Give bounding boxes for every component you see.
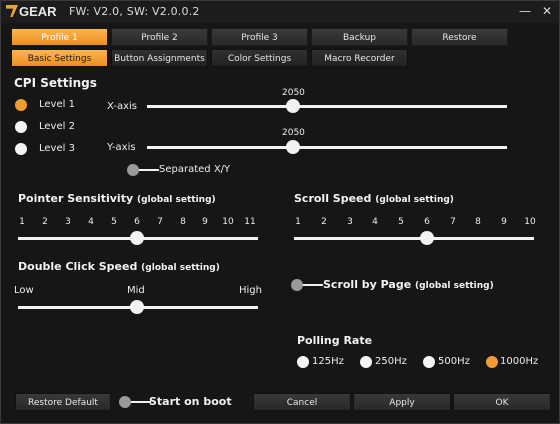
- polling-1000-label: 1000Hz: [500, 356, 539, 367]
- scroll-tick: 8: [475, 217, 481, 227]
- cpi-level-1-label: Level 1: [39, 99, 75, 110]
- x-axis-slider-track[interactable]: [147, 105, 507, 108]
- pointer-tick: 8: [180, 217, 186, 227]
- double-click-high-label: High: [239, 285, 262, 296]
- scroll-speed-title: Scroll Speed (global setting): [294, 192, 454, 205]
- double-click-title: Double Click Speed (global setting): [18, 260, 220, 273]
- double-click-mid-label: Mid: [127, 285, 145, 296]
- window-title: FW: V2.0, SW: V2.0.0.2: [69, 5, 200, 18]
- minimize-icon[interactable]: —: [517, 3, 533, 19]
- scroll-tick: 2: [321, 217, 327, 227]
- double-click-label: Double Click Speed: [18, 260, 138, 273]
- pointer-tick: 6: [134, 217, 140, 227]
- scroll-tick: 6: [424, 217, 430, 227]
- scroll-tick: 5: [398, 217, 404, 227]
- polling-250-label: 250Hz: [375, 356, 407, 367]
- tab-profile-3[interactable]: Profile 3: [211, 28, 308, 46]
- tab-macro-recorder[interactable]: Macro Recorder: [311, 49, 408, 67]
- double-click-handle[interactable]: [130, 300, 144, 314]
- double-click-subtitle: (global setting): [141, 263, 220, 273]
- pointer-tick: 10: [222, 217, 234, 227]
- pointer-sensitivity-title: Pointer Sensitivity (global setting): [18, 192, 216, 205]
- pointer-tick: 4: [88, 217, 94, 227]
- x-axis-slider-handle[interactable]: [286, 99, 300, 113]
- tab-restore[interactable]: Restore: [411, 28, 508, 46]
- scroll-speed-subtitle: (global setting): [375, 195, 454, 205]
- scroll-tick: 4: [372, 217, 378, 227]
- app-window: GEAR FW: V2.0, SW: V2.0.0.2 — ✕ Profile …: [0, 0, 560, 424]
- start-on-boot-label: Start on boot: [149, 395, 232, 408]
- tab-color-settings[interactable]: Color Settings: [211, 49, 308, 67]
- separated-xy-label: Separated X/Y: [159, 164, 231, 175]
- polling-250-radio[interactable]: [360, 356, 372, 368]
- restore-default-button[interactable]: Restore Default: [15, 393, 111, 411]
- cpi-level-3-radio[interactable]: [15, 143, 27, 155]
- pointer-tick: 11: [244, 217, 256, 227]
- polling-500-label: 500Hz: [438, 356, 470, 367]
- polling-rate-title: Polling Rate: [297, 334, 373, 347]
- tab-button-assignments[interactable]: Button Assignments: [111, 49, 208, 67]
- pointer-sensitivity-label: Pointer Sensitivity: [18, 192, 134, 205]
- pointer-tick: 3: [65, 217, 71, 227]
- scroll-by-page-subtitle: (global setting): [415, 281, 494, 291]
- pointer-tick: 1: [19, 217, 25, 227]
- title-bar[interactable]: GEAR FW: V2.0, SW: V2.0.0.2 — ✕: [1, 1, 559, 23]
- scroll-speed-label: Scroll Speed: [294, 192, 372, 205]
- polling-500-radio[interactable]: [423, 356, 435, 368]
- pointer-tick: 2: [42, 217, 48, 227]
- brand-logo: GEAR: [6, 4, 62, 20]
- toggle-knob: [127, 164, 139, 176]
- y-axis-slider-handle[interactable]: [286, 140, 300, 154]
- ok-button[interactable]: OK: [453, 393, 551, 411]
- pointer-sensitivity-handle[interactable]: [130, 231, 144, 245]
- close-icon[interactable]: ✕: [539, 3, 555, 19]
- tab-basic-settings[interactable]: Basic Settings: [11, 49, 108, 67]
- y-axis-value: 2050: [282, 128, 305, 138]
- cpi-settings-title: CPI Settings: [14, 76, 97, 90]
- polling-125-label: 125Hz: [312, 356, 344, 367]
- scroll-tick: 1: [295, 217, 301, 227]
- toggle-knob: [119, 396, 131, 408]
- cpi-level-2-radio[interactable]: [15, 121, 27, 133]
- scroll-by-page-toggle[interactable]: [291, 279, 323, 291]
- y-axis-label: Y-axis: [107, 142, 136, 153]
- start-on-boot-toggle[interactable]: [119, 396, 151, 408]
- double-click-low-label: Low: [14, 285, 34, 296]
- scroll-speed-handle[interactable]: [420, 231, 434, 245]
- cpi-level-2-label: Level 2: [39, 121, 75, 132]
- tab-backup[interactable]: Backup: [311, 28, 408, 46]
- separated-xy-toggle[interactable]: [127, 164, 159, 176]
- scroll-speed-track[interactable]: [294, 237, 534, 240]
- polling-1000-radio[interactable]: [486, 356, 498, 368]
- pointer-sensitivity-subtitle: (global setting): [136, 195, 216, 205]
- polling-125-radio[interactable]: [297, 356, 309, 368]
- logo-text: GEAR: [19, 4, 57, 19]
- cpi-level-3-label: Level 3: [39, 143, 75, 154]
- tab-profile-1[interactable]: Profile 1: [11, 28, 108, 46]
- cancel-button[interactable]: Cancel: [253, 393, 351, 411]
- x-axis-label: X-axis: [107, 101, 137, 112]
- scroll-tick: 9: [501, 217, 507, 227]
- pointer-tick: 5: [111, 217, 117, 227]
- logo-mark-icon: [6, 5, 18, 17]
- pointer-tick: 9: [202, 217, 208, 227]
- scroll-tick: 10: [524, 217, 536, 227]
- x-axis-value: 2050: [282, 88, 305, 98]
- pointer-tick: 7: [157, 217, 163, 227]
- scroll-by-page-label: Scroll by Page: [323, 278, 412, 291]
- toggle-knob: [291, 279, 303, 291]
- scroll-tick: 3: [347, 217, 353, 227]
- cpi-level-1-radio[interactable]: [15, 99, 27, 111]
- tab-profile-2[interactable]: Profile 2: [111, 28, 208, 46]
- scroll-tick: 7: [450, 217, 456, 227]
- scroll-by-page-title: Scroll by Page (global setting): [323, 278, 494, 291]
- y-axis-slider-track[interactable]: [147, 146, 507, 149]
- apply-button[interactable]: Apply: [353, 393, 451, 411]
